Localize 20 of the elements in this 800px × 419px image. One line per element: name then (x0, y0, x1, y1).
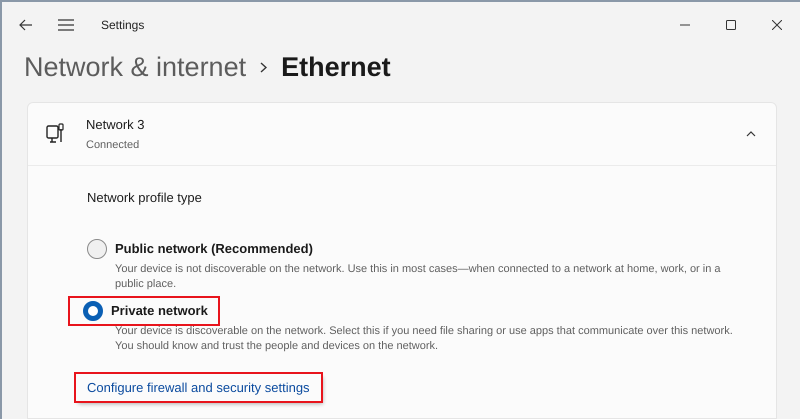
option-description: Your device is not discoverable on the network. Use this in most cases—when connected to a network at home, work, or in a public place. (115, 262, 722, 292)
back-icon[interactable] (19, 19, 33, 31)
option-description: Your device is discoverable on the network. Select this if you need file sharing or use apps that communicate over this network. You should know and trust the people and devices on the network. (115, 324, 734, 354)
chevron-right-icon (260, 62, 268, 72)
network-name: Network 3 (86, 116, 145, 134)
section-heading: Network profile type (87, 189, 203, 207)
radio-button[interactable] (87, 238, 107, 258)
page-title: Ethernet (281, 50, 391, 84)
network-status: Connected (86, 138, 140, 153)
radio-button[interactable] (83, 300, 103, 320)
radio-option[interactable]: Public network (Recommended) (83, 236, 317, 262)
ethernet-icon (46, 123, 66, 145)
maximize-icon[interactable] (726, 20, 736, 30)
menu-icon[interactable] (58, 19, 74, 31)
close-icon[interactable] (772, 20, 782, 30)
firewall-settings-link[interactable]: Configure firewall and security settings (76, 374, 321, 401)
breadcrumb-link[interactable]: Network & internet (24, 46, 246, 88)
radio-option[interactable]: Private network (70, 298, 218, 324)
window-title: Settings (101, 17, 144, 34)
chevron-icon[interactable] (746, 131, 756, 137)
